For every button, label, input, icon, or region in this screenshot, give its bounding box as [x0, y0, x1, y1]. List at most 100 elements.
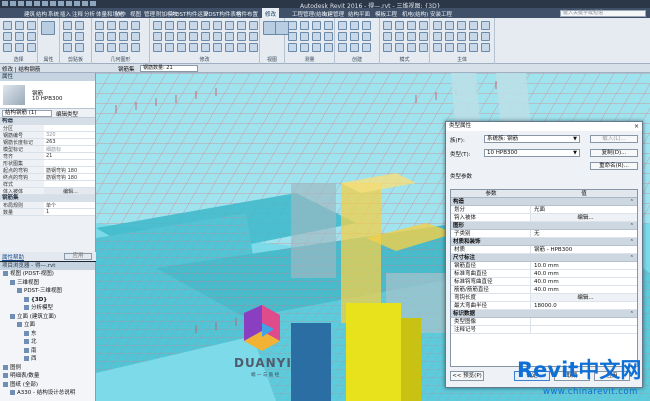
ribbon-tool-icon[interactable]: [249, 43, 258, 52]
ribbon-tool-icon[interactable]: [95, 32, 104, 41]
ribbon-tool-icon[interactable]: [107, 43, 116, 52]
browser-node[interactable]: 视图 (PDST-视图): [0, 270, 95, 279]
ribbon-tool-icon[interactable]: [177, 21, 186, 30]
parameter-value[interactable]: 钢筋 - HPB300: [531, 246, 637, 253]
ribbon-tool-icon[interactable]: [237, 21, 246, 30]
ribbon-tool-icon[interactable]: [445, 21, 454, 30]
edit-type-button[interactable]: 编辑类型: [56, 110, 78, 118]
load-button[interactable]: 载入(L)...: [590, 135, 638, 143]
ribbon-tool-icon[interactable]: [288, 43, 297, 52]
ribbon-tool-icon[interactable]: [27, 43, 36, 52]
property-value[interactable]: 1: [44, 209, 95, 215]
ribbon-tool-icon[interactable]: [15, 21, 24, 30]
3d-view-icon[interactable]: [66, 1, 72, 6]
family-dropdown[interactable]: 系统族: 钢筋 ▼: [484, 135, 580, 143]
ribbon-tool-icon[interactable]: [225, 43, 234, 52]
ribbon-tool-icon[interactable]: [395, 43, 404, 52]
ribbon-tab[interactable]: 插入: [60, 10, 71, 18]
property-category[interactable]: 构造: [0, 118, 95, 125]
ribbon-tool-icon[interactable]: [362, 43, 371, 52]
ribbon-tool-icon[interactable]: [350, 32, 359, 41]
search-input[interactable]: 键入关键字或短语: [560, 10, 646, 17]
ribbon-tool-icon[interactable]: [165, 21, 174, 30]
ribbon-tool-icon[interactable]: [312, 43, 321, 52]
ribbon-tool-icon[interactable]: [131, 43, 140, 52]
parameter-group[interactable]: 材质和装饰 ⌃: [451, 238, 637, 246]
ribbon-tool-icon[interactable]: [119, 32, 128, 41]
ribbon-tool-icon[interactable]: [95, 21, 104, 30]
ribbon-tab[interactable]: 结构平面: [348, 10, 370, 18]
ribbon-tool-icon[interactable]: [445, 43, 454, 52]
browser-node[interactable]: {3D}: [0, 296, 95, 305]
browser-node[interactable]: 立面: [0, 321, 95, 330]
ribbon-tool-icon[interactable]: [237, 32, 246, 41]
ribbon-tool-icon[interactable]: [469, 32, 478, 41]
ribbon-tab[interactable]: 协作: [115, 10, 126, 18]
ribbon-tab[interactable]: 视图: [130, 10, 141, 18]
instance-filter-dropdown[interactable]: 结构钢筋 (1): [2, 110, 52, 117]
ribbon-tool-icon[interactable]: [300, 21, 309, 30]
ribbon-tool-icon[interactable]: [362, 32, 371, 41]
ribbon-tool-icon[interactable]: [433, 32, 442, 41]
property-category[interactable]: 钢筋集: [0, 195, 95, 202]
ribbon-tab[interactable]: PDST构件运算: [172, 10, 208, 18]
ribbon-tool-icon[interactable]: [433, 21, 442, 30]
preview-button[interactable]: << 预览(P): [450, 371, 484, 381]
ribbon-tool-icon[interactable]: [213, 21, 222, 30]
browser-node[interactable]: 北: [0, 338, 95, 347]
browser-node[interactable]: 东: [0, 330, 95, 339]
ribbon-tool-icon[interactable]: [225, 32, 234, 41]
parameter-group[interactable]: 标识数据 ⌃: [451, 310, 637, 318]
chevron-up-icon[interactable]: ⌃: [630, 254, 634, 262]
parameter-edit-button[interactable]: 编辑...: [531, 294, 637, 301]
ribbon-tool-icon[interactable]: [395, 32, 404, 41]
ribbon-tool-icon[interactable]: [177, 43, 186, 52]
ribbon-tab[interactable]: 结构: [36, 10, 47, 18]
ribbon-tool-icon[interactable]: [288, 32, 297, 41]
ribbon-tool-icon[interactable]: [3, 21, 12, 30]
ribbon-tool-icon[interactable]: [469, 43, 478, 52]
properties-help-link[interactable]: 属性帮助: [2, 253, 24, 261]
ribbon-tool-icon[interactable]: [41, 21, 55, 35]
ribbon-tool-icon[interactable]: [27, 21, 36, 30]
ribbon-tool-icon[interactable]: [312, 32, 321, 41]
selected-rebar[interactable]: [341, 183, 381, 323]
ribbon-tool-icon[interactable]: [75, 32, 84, 41]
parameter-value[interactable]: 18000.0: [531, 302, 637, 309]
ribbon-tool-icon[interactable]: [165, 32, 174, 41]
ribbon-tool-icon[interactable]: [338, 43, 347, 52]
ribbon-tool-icon[interactable]: [201, 32, 210, 41]
type-selector[interactable]: 钢筋 10 HPB300: [0, 81, 95, 109]
ribbon-tool-icon[interactable]: [350, 21, 359, 30]
parameter-group[interactable]: 尺寸标注 ⌃: [451, 254, 637, 262]
ribbon-tool-icon[interactable]: [249, 32, 258, 41]
ribbon-tool-icon[interactable]: [433, 43, 442, 52]
ribbon-tab[interactable]: 管理: [144, 10, 155, 18]
ribbon-tab[interactable]: 上建管理: [322, 10, 344, 18]
parameter-value[interactable]: [531, 318, 637, 325]
ribbon-tab[interactable]: 系统: [48, 10, 59, 18]
property-value[interactable]: 320: [44, 132, 95, 138]
ribbon-tool-icon[interactable]: [419, 21, 428, 30]
rebar-count-field[interactable]: 钢筋数量: 21: [140, 65, 198, 72]
close-hidden-icon[interactable]: [90, 1, 96, 6]
ribbon-tool-icon[interactable]: [201, 21, 210, 30]
ribbon-tool-icon[interactable]: [201, 43, 210, 52]
ribbon-tool-icon[interactable]: [407, 21, 416, 30]
property-value[interactable]: 263: [44, 139, 95, 145]
chevron-up-icon[interactable]: ⌃: [630, 310, 634, 318]
ribbon-tool-icon[interactable]: [419, 43, 428, 52]
property-value[interactable]: 筋钢弯钩 180: [44, 174, 95, 180]
ribbon-tool-icon[interactable]: [445, 32, 454, 41]
ribbon-tool-icon[interactable]: [165, 43, 174, 52]
type-dropdown[interactable]: 10 HPB300 ▼: [484, 149, 580, 157]
browser-node[interactable]: 三维视图: [0, 279, 95, 288]
ribbon-tool-icon[interactable]: [350, 43, 359, 52]
ribbon-tool-icon[interactable]: [107, 21, 116, 30]
thin-lines-icon[interactable]: [82, 1, 88, 6]
ribbon-tool-icon[interactable]: [481, 43, 490, 52]
parameter-value[interactable]: 10.0 mm: [531, 262, 637, 269]
chevron-up-icon[interactable]: ⌃: [630, 198, 634, 206]
property-edit-button[interactable]: 编辑...: [44, 188, 95, 194]
ribbon-tool-icon[interactable]: [338, 21, 347, 30]
